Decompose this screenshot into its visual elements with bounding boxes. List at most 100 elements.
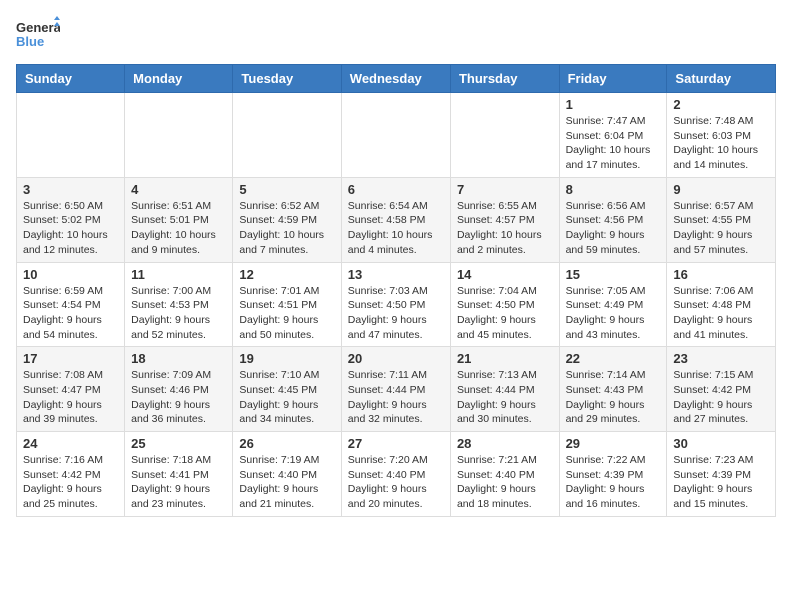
day-number: 19 xyxy=(239,351,334,366)
calendar-cell: 22 Sunrise: 7:14 AM Sunset: 4:43 PM Dayli… xyxy=(559,347,667,432)
day-number: 11 xyxy=(131,267,226,282)
calendar-cell: 3 Sunrise: 6:50 AM Sunset: 5:02 PM Daylig… xyxy=(17,177,125,262)
calendar-header-thursday: Thursday xyxy=(450,65,559,93)
day-number: 24 xyxy=(23,436,118,451)
day-number: 8 xyxy=(566,182,661,197)
calendar-cell: 30 Sunrise: 7:23 AM Sunset: 4:39 PM Dayli… xyxy=(667,432,776,517)
calendar-header-tuesday: Tuesday xyxy=(233,65,341,93)
calendar-week-row: 17 Sunrise: 7:08 AM Sunset: 4:47 PM Dayli… xyxy=(17,347,776,432)
calendar-cell: 20 Sunrise: 7:11 AM Sunset: 4:44 PM Dayli… xyxy=(341,347,450,432)
calendar-cell xyxy=(450,93,559,178)
day-info: Sunrise: 7:13 AM Sunset: 4:44 PM Dayligh… xyxy=(457,368,553,427)
day-info: Sunrise: 7:23 AM Sunset: 4:39 PM Dayligh… xyxy=(673,453,769,512)
calendar-header-row: SundayMondayTuesdayWednesdayThursdayFrid… xyxy=(17,65,776,93)
calendar-cell: 8 Sunrise: 6:56 AM Sunset: 4:56 PM Daylig… xyxy=(559,177,667,262)
day-number: 28 xyxy=(457,436,553,451)
calendar-cell xyxy=(341,93,450,178)
day-info: Sunrise: 7:18 AM Sunset: 4:41 PM Dayligh… xyxy=(131,453,226,512)
day-number: 22 xyxy=(566,351,661,366)
day-info: Sunrise: 7:10 AM Sunset: 4:45 PM Dayligh… xyxy=(239,368,334,427)
calendar-cell: 25 Sunrise: 7:18 AM Sunset: 4:41 PM Dayli… xyxy=(125,432,233,517)
day-info: Sunrise: 6:52 AM Sunset: 4:59 PM Dayligh… xyxy=(239,199,334,258)
day-number: 30 xyxy=(673,436,769,451)
calendar-cell: 11 Sunrise: 7:00 AM Sunset: 4:53 PM Dayli… xyxy=(125,262,233,347)
day-info: Sunrise: 6:50 AM Sunset: 5:02 PM Dayligh… xyxy=(23,199,118,258)
day-number: 27 xyxy=(348,436,444,451)
calendar-cell: 21 Sunrise: 7:13 AM Sunset: 4:44 PM Dayli… xyxy=(450,347,559,432)
page-header: General Blue xyxy=(16,16,776,52)
calendar-cell: 23 Sunrise: 7:15 AM Sunset: 4:42 PM Dayli… xyxy=(667,347,776,432)
calendar-header-wednesday: Wednesday xyxy=(341,65,450,93)
day-number: 21 xyxy=(457,351,553,366)
calendar-header-sunday: Sunday xyxy=(17,65,125,93)
day-info: Sunrise: 7:22 AM Sunset: 4:39 PM Dayligh… xyxy=(566,453,661,512)
day-info: Sunrise: 7:11 AM Sunset: 4:44 PM Dayligh… xyxy=(348,368,444,427)
calendar-header-friday: Friday xyxy=(559,65,667,93)
day-info: Sunrise: 7:03 AM Sunset: 4:50 PM Dayligh… xyxy=(348,284,444,343)
calendar-cell: 6 Sunrise: 6:54 AM Sunset: 4:58 PM Daylig… xyxy=(341,177,450,262)
day-info: Sunrise: 6:57 AM Sunset: 4:55 PM Dayligh… xyxy=(673,199,769,258)
day-info: Sunrise: 7:16 AM Sunset: 4:42 PM Dayligh… xyxy=(23,453,118,512)
calendar-table: SundayMondayTuesdayWednesdayThursdayFrid… xyxy=(16,64,776,517)
day-number: 20 xyxy=(348,351,444,366)
day-info: Sunrise: 7:08 AM Sunset: 4:47 PM Dayligh… xyxy=(23,368,118,427)
day-info: Sunrise: 7:15 AM Sunset: 4:42 PM Dayligh… xyxy=(673,368,769,427)
day-info: Sunrise: 7:05 AM Sunset: 4:49 PM Dayligh… xyxy=(566,284,661,343)
day-info: Sunrise: 6:54 AM Sunset: 4:58 PM Dayligh… xyxy=(348,199,444,258)
calendar-cell: 13 Sunrise: 7:03 AM Sunset: 4:50 PM Dayli… xyxy=(341,262,450,347)
svg-text:Blue: Blue xyxy=(16,34,44,49)
calendar-cell: 14 Sunrise: 7:04 AM Sunset: 4:50 PM Dayli… xyxy=(450,262,559,347)
day-info: Sunrise: 7:20 AM Sunset: 4:40 PM Dayligh… xyxy=(348,453,444,512)
calendar-cell: 5Sunrise: 6:52 AM Sunset: 4:59 PM Daylig… xyxy=(233,177,341,262)
calendar-cell: 2Sunrise: 7:48 AM Sunset: 6:03 PM Daylig… xyxy=(667,93,776,178)
calendar-cell: 15 Sunrise: 7:05 AM Sunset: 4:49 PM Dayli… xyxy=(559,262,667,347)
calendar-cell: 9 Sunrise: 6:57 AM Sunset: 4:55 PM Daylig… xyxy=(667,177,776,262)
day-info: Sunrise: 7:19 AM Sunset: 4:40 PM Dayligh… xyxy=(239,453,334,512)
calendar-cell xyxy=(233,93,341,178)
calendar-week-row: 10 Sunrise: 6:59 AM Sunset: 4:54 PM Dayli… xyxy=(17,262,776,347)
day-number: 29 xyxy=(566,436,661,451)
calendar-cell: 29 Sunrise: 7:22 AM Sunset: 4:39 PM Dayli… xyxy=(559,432,667,517)
day-number: 6 xyxy=(348,182,444,197)
calendar-cell: 1Sunrise: 7:47 AM Sunset: 6:04 PM Daylig… xyxy=(559,93,667,178)
calendar-cell: 19 Sunrise: 7:10 AM Sunset: 4:45 PM Dayli… xyxy=(233,347,341,432)
day-info: Sunrise: 6:56 AM Sunset: 4:56 PM Dayligh… xyxy=(566,199,661,258)
day-info: Sunrise: 6:51 AM Sunset: 5:01 PM Dayligh… xyxy=(131,199,226,258)
day-info: Sunrise: 7:04 AM Sunset: 4:50 PM Dayligh… xyxy=(457,284,553,343)
logo-svg: General Blue xyxy=(16,16,60,52)
day-number: 17 xyxy=(23,351,118,366)
calendar-header-saturday: Saturday xyxy=(667,65,776,93)
day-info: Sunrise: 7:21 AM Sunset: 4:40 PM Dayligh… xyxy=(457,453,553,512)
day-number: 13 xyxy=(348,267,444,282)
day-info: Sunrise: 7:14 AM Sunset: 4:43 PM Dayligh… xyxy=(566,368,661,427)
day-number: 1 xyxy=(566,97,661,112)
day-info: Sunrise: 7:00 AM Sunset: 4:53 PM Dayligh… xyxy=(131,284,226,343)
svg-text:General: General xyxy=(16,20,60,35)
calendar-cell: 26 Sunrise: 7:19 AM Sunset: 4:40 PM Dayli… xyxy=(233,432,341,517)
logo: General Blue xyxy=(16,16,60,52)
day-info: Sunrise: 7:01 AM Sunset: 4:51 PM Dayligh… xyxy=(239,284,334,343)
day-number: 10 xyxy=(23,267,118,282)
day-number: 23 xyxy=(673,351,769,366)
day-number: 18 xyxy=(131,351,226,366)
calendar-cell: 10 Sunrise: 6:59 AM Sunset: 4:54 PM Dayli… xyxy=(17,262,125,347)
day-info: Sunrise: 6:55 AM Sunset: 4:57 PM Dayligh… xyxy=(457,199,553,258)
calendar-cell: 4Sunrise: 6:51 AM Sunset: 5:01 PM Daylig… xyxy=(125,177,233,262)
day-number: 9 xyxy=(673,182,769,197)
day-number: 14 xyxy=(457,267,553,282)
day-number: 3 xyxy=(23,182,118,197)
calendar-cell: 12 Sunrise: 7:01 AM Sunset: 4:51 PM Dayli… xyxy=(233,262,341,347)
day-number: 15 xyxy=(566,267,661,282)
day-number: 25 xyxy=(131,436,226,451)
calendar-cell: 17 Sunrise: 7:08 AM Sunset: 4:47 PM Dayli… xyxy=(17,347,125,432)
calendar-week-row: 24 Sunrise: 7:16 AM Sunset: 4:42 PM Dayli… xyxy=(17,432,776,517)
calendar-cell xyxy=(17,93,125,178)
day-info: Sunrise: 7:06 AM Sunset: 4:48 PM Dayligh… xyxy=(673,284,769,343)
day-number: 2 xyxy=(673,97,769,112)
day-info: Sunrise: 6:59 AM Sunset: 4:54 PM Dayligh… xyxy=(23,284,118,343)
day-number: 12 xyxy=(239,267,334,282)
calendar-header-monday: Monday xyxy=(125,65,233,93)
day-number: 26 xyxy=(239,436,334,451)
calendar-cell: 28 Sunrise: 7:21 AM Sunset: 4:40 PM Dayli… xyxy=(450,432,559,517)
calendar-cell: 18Sunrise: 7:09 AM Sunset: 4:46 PM Dayli… xyxy=(125,347,233,432)
